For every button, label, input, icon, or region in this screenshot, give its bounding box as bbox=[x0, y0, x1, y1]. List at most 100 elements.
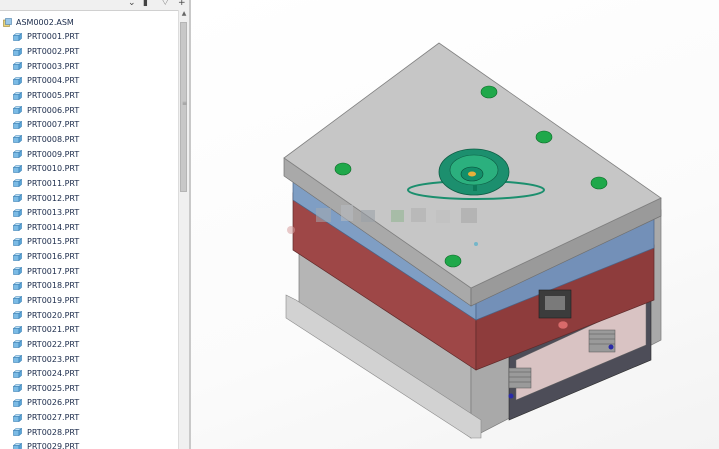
part-icon bbox=[13, 340, 22, 349]
model-tree: ASM0002.ASM PRT0001.PRT PRT0002.PRT PRT000… bbox=[0, 15, 178, 449]
tree-item[interactable]: PRT0011.PRT bbox=[0, 176, 178, 191]
part-icon bbox=[13, 398, 22, 407]
part-icon bbox=[13, 296, 22, 305]
add-icon[interactable]: + bbox=[178, 0, 186, 9]
3d-viewport[interactable] bbox=[191, 0, 719, 449]
tree-item[interactable]: PRT0018.PRT bbox=[0, 279, 178, 294]
part-icon bbox=[13, 150, 22, 159]
tree-item[interactable]: PRT0002.PRT bbox=[0, 44, 178, 59]
tree-item-label: PRT0020.PRT bbox=[27, 310, 80, 320]
part-icon bbox=[13, 223, 22, 232]
tree-item[interactable]: PRT0024.PRT bbox=[0, 366, 178, 381]
tree-toolbar: ⌄ ▮ ⌔ + bbox=[0, 0, 190, 11]
tree-item[interactable]: PRT0023.PRT bbox=[0, 352, 178, 367]
tree-item-label: PRT0004.PRT bbox=[27, 76, 80, 86]
part-icon bbox=[13, 384, 22, 393]
tree-item-label: PRT0005.PRT bbox=[27, 91, 80, 101]
grip-icon: ≡ bbox=[182, 100, 188, 107]
tree-item-label: PRT0021.PRT bbox=[27, 325, 80, 335]
part-icon bbox=[13, 281, 22, 290]
tree-item-label: PRT0001.PRT bbox=[27, 32, 80, 42]
part-icon bbox=[13, 369, 22, 378]
part-icon bbox=[13, 62, 22, 71]
tree-item-label: PRT0002.PRT bbox=[27, 47, 80, 57]
part-icon bbox=[13, 164, 22, 173]
scroll-up-icon[interactable]: ▲ bbox=[180, 10, 188, 20]
part-icon bbox=[13, 135, 22, 144]
assembly-icon bbox=[3, 18, 12, 27]
tree-item[interactable]: PRT0006.PRT bbox=[0, 103, 178, 118]
tree-item-label: PRT0026.PRT bbox=[27, 398, 80, 408]
tree-root-label: ASM0002.ASM bbox=[16, 17, 74, 27]
tree-item[interactable]: PRT0021.PRT bbox=[0, 322, 178, 337]
tree-item-label: PRT0003.PRT bbox=[27, 61, 80, 71]
tree-item[interactable]: PRT0008.PRT bbox=[0, 132, 178, 147]
part-icon bbox=[13, 252, 22, 261]
tree-item-label: PRT0014.PRT bbox=[27, 222, 80, 232]
part-icon bbox=[13, 76, 22, 85]
mold-assembly-model[interactable] bbox=[191, 0, 719, 449]
part-icon bbox=[13, 237, 22, 246]
tree-item-label: PRT0015.PRT bbox=[27, 237, 80, 247]
tree-item[interactable]: PRT0014.PRT bbox=[0, 220, 178, 235]
model-tree-panel: ⌄ ▮ ⌔ + ASM0002.ASM PRT0001.PRT PRT0002.P… bbox=[0, 0, 190, 449]
tree-item[interactable]: PRT0027.PRT bbox=[0, 410, 178, 425]
tree-item[interactable]: PRT0004.PRT bbox=[0, 74, 178, 89]
part-icon bbox=[13, 325, 22, 334]
tree-item-label: PRT0029.PRT bbox=[27, 442, 80, 449]
tree-item[interactable]: PRT0012.PRT bbox=[0, 191, 178, 206]
tree-item-label: PRT0018.PRT bbox=[27, 281, 80, 291]
part-icon bbox=[13, 208, 22, 217]
tree-item[interactable]: PRT0029.PRT bbox=[0, 440, 178, 449]
part-icon bbox=[13, 311, 22, 320]
part-icon bbox=[13, 267, 22, 276]
tree-item[interactable]: PRT0003.PRT bbox=[0, 59, 178, 74]
part-icon bbox=[13, 355, 22, 364]
tree-item-label: PRT0010.PRT bbox=[27, 164, 80, 174]
tree-item-label: PRT0028.PRT bbox=[27, 427, 80, 437]
tree-item-label: PRT0016.PRT bbox=[27, 252, 80, 262]
tree-scrollbar[interactable]: ▲ ≡ bbox=[178, 10, 189, 449]
tree-item[interactable]: PRT0019.PRT bbox=[0, 293, 178, 308]
part-icon bbox=[13, 47, 22, 56]
chevron-down-icon[interactable]: ⌄ bbox=[128, 0, 136, 9]
tree-item-label: PRT0019.PRT bbox=[27, 295, 80, 305]
tree-item[interactable]: PRT0017.PRT bbox=[0, 264, 178, 279]
locating-pin bbox=[557, 320, 569, 330]
tree-item[interactable]: PRT0016.PRT bbox=[0, 249, 178, 264]
tree-item-label: PRT0009.PRT bbox=[27, 149, 80, 159]
part-icon bbox=[13, 120, 22, 129]
tree-item[interactable]: PRT0009.PRT bbox=[0, 147, 178, 162]
tree-item[interactable]: PRT0015.PRT bbox=[0, 235, 178, 250]
tree-item-label: PRT0007.PRT bbox=[27, 120, 80, 130]
tree-item-label: PRT0023.PRT bbox=[27, 354, 80, 364]
tree-item-label: PRT0008.PRT bbox=[27, 134, 80, 144]
filter-icon[interactable]: ⌔ bbox=[161, 0, 169, 9]
tree-item-label: PRT0017.PRT bbox=[27, 266, 80, 276]
scrollbar-thumb[interactable]: ≡ bbox=[180, 22, 187, 192]
tree-item-label: PRT0027.PRT bbox=[27, 413, 80, 423]
part-icon bbox=[13, 413, 22, 422]
tree-item[interactable]: PRT0001.PRT bbox=[0, 30, 178, 45]
tree-item-label: PRT0006.PRT bbox=[27, 105, 80, 115]
tree-root-item[interactable]: ASM0002.ASM bbox=[0, 15, 178, 30]
spring-right bbox=[588, 329, 616, 353]
tree-item-label: PRT0011.PRT bbox=[27, 178, 80, 188]
latch-insert bbox=[545, 296, 565, 310]
tree-item[interactable]: PRT0020.PRT bbox=[0, 308, 178, 323]
tree-item[interactable]: PRT0007.PRT bbox=[0, 117, 178, 132]
tree-item-label: PRT0012.PRT bbox=[27, 193, 80, 203]
part-icon bbox=[13, 442, 22, 449]
tree-item[interactable]: PRT0010.PRT bbox=[0, 161, 178, 176]
tree-item[interactable]: PRT0028.PRT bbox=[0, 425, 178, 440]
part-icon bbox=[13, 179, 22, 188]
tree-item[interactable]: PRT0013.PRT bbox=[0, 205, 178, 220]
tree-item-label: PRT0013.PRT bbox=[27, 208, 80, 218]
tree-item-label: PRT0024.PRT bbox=[27, 369, 80, 379]
settings-icon[interactable]: ▮ bbox=[143, 0, 148, 9]
tree-item[interactable]: PRT0025.PRT bbox=[0, 381, 178, 396]
tree-item[interactable]: PRT0026.PRT bbox=[0, 396, 178, 411]
part-icon bbox=[13, 428, 22, 437]
tree-item[interactable]: PRT0022.PRT bbox=[0, 337, 178, 352]
tree-item[interactable]: PRT0005.PRT bbox=[0, 88, 178, 103]
